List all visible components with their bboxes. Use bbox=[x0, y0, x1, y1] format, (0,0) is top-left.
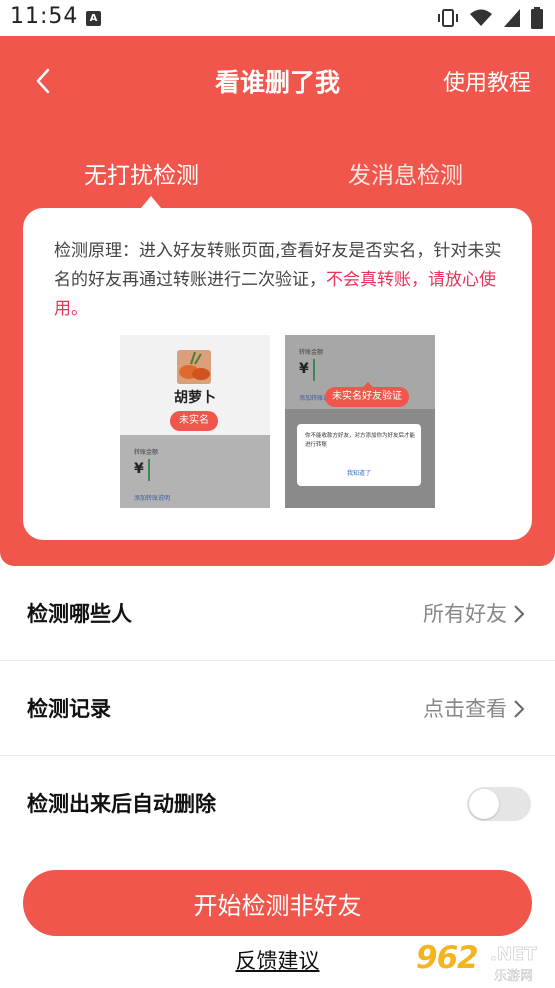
illustration-unverified-profile: 胡萝卜 未实名 转账金额 ¥ 添加转账说明 bbox=[120, 335, 270, 508]
row-label: 检测记录 bbox=[27, 697, 111, 721]
watermark-net: .NET bbox=[490, 944, 537, 966]
status-bar: 11:54 A bbox=[0, 0, 555, 36]
principle-text: 检测原理：进入好友转账页面,查看好友是否实名，针对未实名的好友再通过转账进行二次… bbox=[54, 237, 504, 324]
tab-message-detection[interactable]: 发消息检测 bbox=[348, 156, 463, 190]
yen-symbol: ¥ bbox=[299, 361, 309, 377]
row-label: 检测哪些人 bbox=[27, 602, 132, 626]
detection-history-row[interactable]: 检测记录 点击查看 bbox=[0, 661, 555, 756]
chevron-right-icon bbox=[514, 700, 525, 718]
dialog-ok-button: 我知道了 bbox=[346, 470, 371, 477]
input-cursor bbox=[148, 459, 150, 481]
dialog-text: 你不能收款方好友，对方添加你为好友后才能进行转账 bbox=[305, 433, 416, 448]
signal-icon bbox=[504, 9, 520, 27]
status-time: 11:54 bbox=[10, 4, 79, 29]
illustration-verification-dialog: 转账金额 ¥ 添加转账说明 未实名好友验证 你不能收款方好友，对方添加你为好友后… bbox=[285, 335, 435, 508]
transfer-note: 添加转账说明 bbox=[134, 495, 171, 502]
chevron-right-icon bbox=[514, 605, 525, 623]
transfer-panel: 转账金额 ¥ 添加转账说明 bbox=[120, 435, 270, 508]
detect-who-row[interactable]: 检测哪些人 所有好友 bbox=[0, 566, 555, 661]
feedback-link[interactable]: 反馈建议 bbox=[236, 949, 320, 973]
watermark-number: 962 bbox=[416, 940, 479, 976]
tutorial-link[interactable]: 使用教程 bbox=[443, 65, 531, 97]
tab-no-disturb-detection[interactable]: 无打扰检测 bbox=[84, 156, 199, 190]
row-label: 检测出来后自动删除 bbox=[27, 792, 216, 816]
unverified-badge: 未实名 bbox=[170, 411, 218, 431]
start-detection-button[interactable]: 开始检测非好友 bbox=[23, 870, 532, 936]
vibrate-icon bbox=[438, 9, 458, 27]
input-cursor bbox=[313, 359, 315, 381]
header-panel: 看谁删了我 使用教程 无打扰检测 发消息检测 检测原理：进入好友转账页面,查看好… bbox=[0, 36, 555, 566]
site-watermark: 962 .NET 乐游网 bbox=[414, 940, 552, 984]
amount-label: 转账金额 bbox=[134, 449, 159, 456]
alert-dialog: 你不能收款方好友，对方添加你为好友后才能进行转账 我知道了 bbox=[297, 424, 421, 486]
amount-label: 转账金额 bbox=[299, 349, 324, 356]
row-value: 点击查看 bbox=[423, 697, 507, 721]
principle-card: 检测原理：进入好友转账页面,查看好友是否实名，针对未实名的好友再通过转账进行二次… bbox=[23, 208, 532, 540]
contact-name: 胡萝卜 bbox=[174, 390, 216, 406]
wifi-icon bbox=[470, 9, 492, 26]
notification-a-icon: A bbox=[86, 11, 101, 26]
toggle-knob bbox=[469, 789, 499, 819]
row-value: 所有好友 bbox=[423, 602, 507, 626]
verification-badge: 未实名好友验证 bbox=[325, 382, 409, 407]
avatar bbox=[177, 350, 211, 384]
tab-indicator bbox=[141, 196, 161, 208]
yen-symbol: ¥ bbox=[134, 461, 144, 477]
watermark-site: 乐游网 bbox=[494, 969, 534, 984]
battery-icon bbox=[531, 7, 543, 29]
auto-delete-toggle[interactable] bbox=[467, 787, 531, 821]
auto-delete-row: 检测出来后自动删除 bbox=[0, 756, 555, 851]
